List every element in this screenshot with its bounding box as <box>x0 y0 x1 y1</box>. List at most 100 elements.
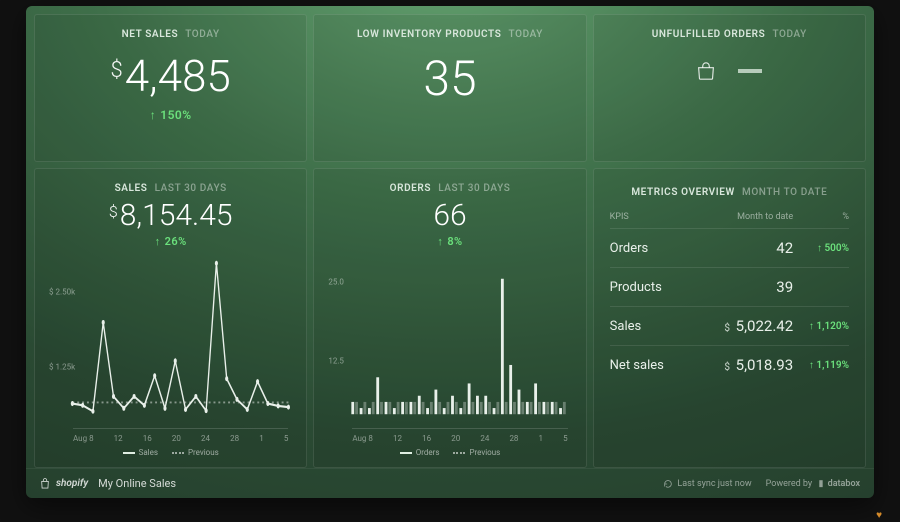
dashboard-frame: NET SALES TODAY $4,485 ↑150% LOW INVENTO… <box>26 6 874 498</box>
legend-a: Sales <box>139 448 158 457</box>
x-tick: Aug 8 <box>352 434 373 443</box>
table-row: Sales $ 5,022.42 ↑ 1,120% <box>610 306 849 345</box>
tile-unfulfilled-orders[interactable]: UNFULFILLED ORDERS TODAY <box>593 14 866 162</box>
x-tick: 16 <box>422 434 431 443</box>
sync-status[interactable]: Last sync just now <box>663 479 751 489</box>
x-axis <box>352 428 567 429</box>
refresh-icon <box>663 479 673 489</box>
brand-name: shopify <box>56 478 88 489</box>
tile-title: UNFULFILLED ORDERS TODAY <box>652 29 807 40</box>
title-period: LAST 30 DAYS <box>155 183 227 194</box>
x-tick: 28 <box>230 434 239 443</box>
chart-legend: Sales Previous <box>117 447 225 458</box>
provider: databox <box>828 479 860 489</box>
sales-line-chart: $ 2.50k $ 1.25k Aug 8121620242815 <box>49 254 292 443</box>
title-text: UNFULFILLED ORDERS <box>652 29 766 40</box>
low-inventory-value: 35 <box>423 50 476 107</box>
x-tick: 24 <box>201 434 210 443</box>
kpi-pct: ↑ 1,120% <box>793 321 849 332</box>
heart-icon: ♥ <box>876 510 882 521</box>
kpi-pct: ↑ 1,119% <box>793 360 849 371</box>
kpi-label: Net sales <box>610 358 694 373</box>
title-period: LAST 30 DAYS <box>438 183 510 194</box>
tile-net-sales[interactable]: NET SALES TODAY $4,485 ↑150% <box>34 14 307 162</box>
col-pct: % <box>793 212 849 222</box>
table-row: Net sales $ 5,018.93 ↑ 1,119% <box>610 345 849 384</box>
tile-metrics-overview[interactable]: METRICS OVERVIEW MONTH TO DATE KPIS Mont… <box>593 168 866 468</box>
x-tick: 12 <box>114 434 123 443</box>
legend-b: Previous <box>188 448 219 457</box>
net-sales-delta: ↑150% <box>150 108 192 122</box>
x-tick: 12 <box>393 434 402 443</box>
tile-sales-30d[interactable]: SALES LAST 30 DAYS $8,154.45 ↑26% $ 2.50… <box>34 168 307 468</box>
delta-value: 8% <box>447 235 462 248</box>
kpi-label: Orders <box>610 241 694 256</box>
title-period: TODAY <box>772 29 806 40</box>
col-mtd: Month to date <box>693 212 793 222</box>
title-period: MONTH TO DATE <box>742 187 827 198</box>
powered-by: Powered by ▮ databox <box>766 479 860 489</box>
metrics-columns: KPIS Month to date % <box>610 212 849 222</box>
empty-value-dash <box>738 69 762 73</box>
title-text: NET SALES <box>122 29 179 40</box>
tile-title: LOW INVENTORY PRODUCTS TODAY <box>357 29 543 40</box>
legend-a: Orders <box>416 448 440 457</box>
col-kpis: KPIS <box>610 212 694 222</box>
x-labels-sales: Aug 8 12 16 20 24 28 1 5 <box>73 434 288 443</box>
line-chart-svg <box>49 254 292 443</box>
x-tick: Aug 8 <box>73 434 94 443</box>
x-tick: 5 <box>563 434 568 443</box>
tile-title: SALES LAST 30 DAYS <box>115 183 227 194</box>
title-text: METRICS OVERVIEW <box>631 187 735 198</box>
value: 8,154.45 <box>120 198 233 233</box>
x-tick: 5 <box>284 434 289 443</box>
tile-low-inventory[interactable]: LOW INVENTORY PRODUCTS TODAY 35 <box>313 14 586 162</box>
delta-value: 150% <box>160 108 191 122</box>
unfulfilled-row <box>696 62 762 80</box>
sales-30d-delta: ↑ 26% <box>155 235 187 248</box>
tile-title: ORDERS LAST 30 DAYS <box>390 183 511 194</box>
kpi-pct: ↑ 500% <box>793 243 849 254</box>
shopify-icon <box>40 478 50 489</box>
arrow-up-icon: ↑ <box>155 235 161 248</box>
sync-text: Last sync just now <box>677 479 751 489</box>
kpi-label: Products <box>610 280 694 295</box>
x-tick: 24 <box>480 434 489 443</box>
kpi-value: 42 <box>693 239 793 257</box>
title-period: TODAY <box>185 29 219 40</box>
tile-title: METRICS OVERVIEW MONTH TO DATE <box>610 187 849 198</box>
x-tick: 1 <box>539 434 544 443</box>
x-axis <box>73 428 288 429</box>
tile-orders-30d[interactable]: ORDERS LAST 30 DAYS 66 ↑8% 25.0 12.5 Aug… <box>313 168 586 468</box>
tile-title: NET SALES TODAY <box>122 29 220 40</box>
page-title: My Online Sales <box>98 477 176 490</box>
x-labels-orders: Aug 8 12 16 20 24 28 1 5 <box>352 434 567 443</box>
sales-30d-value: $8,154.45 <box>109 198 233 233</box>
net-sales-value: $4,485 <box>111 50 231 102</box>
title-period: TODAY <box>509 29 543 40</box>
currency: $ <box>109 202 118 221</box>
dashboard-footer: shopify My Online Sales Last sync just n… <box>26 468 874 498</box>
dashboard-grid: NET SALES TODAY $4,485 ↑150% LOW INVENTO… <box>26 6 874 468</box>
bar-chart-svg <box>328 254 571 443</box>
x-tick: 20 <box>451 434 460 443</box>
value: 4,485 <box>125 50 231 102</box>
currency: $ <box>111 58 123 83</box>
x-tick: 20 <box>172 434 181 443</box>
arrow-up-icon: ↑ <box>437 235 443 248</box>
x-tick: 28 <box>509 434 518 443</box>
orders-30d-delta: ↑ 8% <box>437 235 462 248</box>
x-tick: 16 <box>143 434 152 443</box>
x-tick: 1 <box>259 434 264 443</box>
title-text: ORDERS <box>390 183 431 194</box>
table-row: Products 39 <box>610 267 849 306</box>
chart-legend: Orders Previous <box>394 447 507 458</box>
title-text: SALES <box>115 183 148 194</box>
kpi-value: 39 <box>693 278 793 296</box>
legend-b: Previous <box>469 448 500 457</box>
table-row: Orders 42 ↑ 500% <box>610 228 849 267</box>
kpi-value: $ 5,018.93 <box>693 356 793 374</box>
orders-30d-value: 66 <box>433 198 466 233</box>
delta-value: 26% <box>165 235 187 248</box>
metrics-rows: Orders 42 ↑ 500%Products 39 Sales $ 5,02… <box>610 228 849 384</box>
